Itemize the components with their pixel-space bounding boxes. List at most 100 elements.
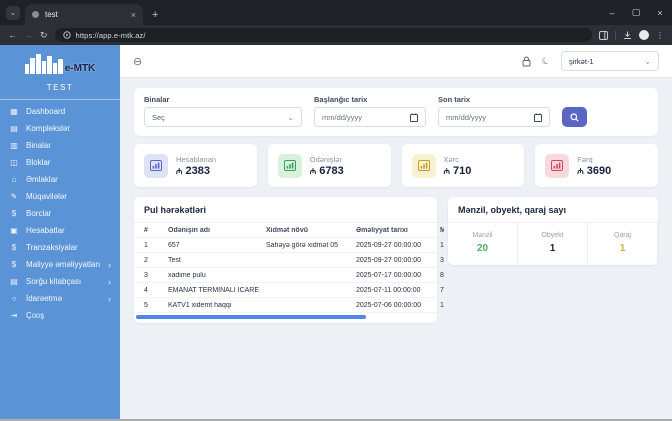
- back-icon[interactable]: ←: [8, 30, 17, 40]
- debt-icon: $: [11, 209, 17, 218]
- table-row[interactable]: 4 EMANAT TERMINALI ICARE 2025-07-11 00:0…: [134, 283, 444, 298]
- table-title: Pul hərəkətləri: [134, 197, 437, 223]
- table-row[interactable]: 2 Test 2025-09-27 00:00:00 3432₼: [134, 253, 444, 268]
- cell-num: 1: [144, 241, 148, 249]
- start-date-label: Başlanğıc tarix: [314, 95, 368, 104]
- col-amount: Məbləğ: [440, 226, 444, 234]
- sidebar-menu: ▦ Dashboard › ▤ Komplekslər › ▥ Binalar …: [0, 103, 120, 324]
- col-payment-name: Ödənişin adı: [168, 226, 211, 234]
- sidebar-item-binalar[interactable]: ▥ Binalar ›: [0, 137, 120, 154]
- stat-value: ₼ 6783: [309, 164, 344, 177]
- chevron-down-icon: ⌄: [287, 112, 294, 122]
- sidebar-item-borclar[interactable]: $ Borclar ›: [0, 205, 120, 222]
- browser-tab-strip: ⌄ test × + – ▢ ×: [0, 0, 672, 25]
- sidebar-item-label: Hesabatlar: [26, 226, 65, 235]
- filter-bar: Binalar Seç ⌄ Başlanğıc tarix mm/dd/yyyy: [134, 88, 658, 136]
- download-icon[interactable]: [623, 31, 632, 40]
- company-select[interactable]: şirkət-1 ⌄: [561, 51, 659, 71]
- table-row[interactable]: 1 657 Sahəyə görə xidmət 05 2025-09-27 0…: [134, 238, 444, 253]
- main-area: ⊖ ☾ şirkət-1 ⌄ Binalar Seç ⌄ Başlanğıc t…: [120, 45, 672, 419]
- team-label[interactable]: TEST: [0, 77, 120, 99]
- tab-search-button[interactable]: ⌄: [6, 6, 20, 20]
- stat-card: Xərc ₼ 710: [401, 144, 525, 187]
- sidebar-collapse-icon[interactable]: ⊖: [133, 55, 142, 68]
- cell-amount: 10₼: [440, 241, 444, 249]
- forward-icon[interactable]: →: [24, 30, 33, 40]
- manat-icon: ₼: [443, 166, 450, 176]
- cell-payment-name: EMANAT TERMINALI ICARE: [168, 286, 260, 294]
- new-tab-button[interactable]: +: [152, 9, 158, 21]
- start-date-input[interactable]: mm/dd/yyyy: [314, 107, 426, 127]
- summary-cell: Qaraj 1: [588, 223, 658, 265]
- minimize-button[interactable]: –: [600, 0, 624, 25]
- lock-icon[interactable]: [522, 56, 531, 67]
- chevron-down-icon: ⌄: [644, 56, 651, 66]
- buildings-select-value: Seç: [152, 112, 165, 122]
- chevron-right-icon: ›: [108, 276, 111, 287]
- tab-close-icon[interactable]: ×: [131, 10, 136, 20]
- cell-operation-date: 2025-07-17 00:00:00: [356, 271, 421, 279]
- table-body: 1 657 Sahəyə görə xidmət 05 2025-09-27 0…: [134, 238, 444, 313]
- cell-num: 2: [144, 256, 148, 264]
- sidebar-item-dashboard[interactable]: ▦ Dashboard ›: [0, 103, 120, 120]
- sidebar-item-label: Komplekslər: [26, 124, 71, 133]
- toolbar-actions: ⋮: [599, 30, 664, 40]
- money-movements-card: Pul hərəkətləri # Ödənişin adı Xidmət nö…: [134, 197, 444, 323]
- end-date-input[interactable]: mm/dd/yyyy: [438, 107, 550, 127]
- sidebar-item-tranzaksiyalar[interactable]: $ Tranzaksiyalar ›: [0, 239, 120, 256]
- col-service-type: Xidmət növü: [266, 226, 309, 234]
- stat-value: ₼ 710: [443, 164, 472, 177]
- sidebar-item-label: Binalar: [26, 141, 51, 150]
- sidebar-item-muqavilalar[interactable]: ✎ Müqavilələr ›: [0, 188, 120, 205]
- url-bar[interactable]: https://app.e-mtk.az/: [54, 28, 592, 42]
- logout-icon: ⇥: [10, 311, 18, 320]
- sidebar-item-label: İdarəetmə: [26, 294, 63, 303]
- sidebar-item-sorgu[interactable]: ▤ Sorğu kitabçası ›: [0, 273, 120, 290]
- summary-grid: Mənzil 20 Obyekt 1 Qaraj 1: [448, 223, 658, 265]
- bar-chart-icon: [277, 153, 302, 178]
- finance-icon: $: [11, 260, 17, 269]
- calendar-icon: [534, 112, 542, 122]
- dark-mode-icon[interactable]: ☾: [540, 54, 551, 67]
- summary-label: Mənzil: [472, 232, 493, 239]
- reload-icon[interactable]: ↻: [40, 30, 48, 41]
- cell-payment-name: KATV1 xidemt haqqi: [168, 301, 232, 309]
- buildings-filter-label: Binalar: [144, 95, 170, 104]
- blocks-icon: ◫: [10, 158, 18, 167]
- cell-payment-name: xadime pulu: [168, 271, 206, 279]
- cell-amount: 80₼: [440, 271, 444, 279]
- close-button[interactable]: ×: [648, 0, 672, 25]
- maximize-button[interactable]: ▢: [624, 0, 648, 25]
- tab-title: test: [45, 10, 58, 19]
- sidebar-item-label: Sorğu kitabçası: [26, 277, 82, 286]
- table-row[interactable]: 3 xadime pulu 2025-07-17 00:00:00 80₼: [134, 268, 444, 283]
- reports-icon: ▣: [10, 226, 18, 235]
- sidebar-item-komplekslar[interactable]: ▤ Komplekslər ›: [0, 120, 120, 137]
- sidebar-item-hesabatlar[interactable]: ▣ Hesabatlar ›: [0, 222, 120, 239]
- browser-tab[interactable]: test ×: [25, 4, 143, 25]
- sidebar-item-maliyya[interactable]: $ Maliyyə əməliyyatları ›: [0, 256, 120, 273]
- sidebar-item-cixis[interactable]: ⇥ Çıxış ›: [0, 307, 120, 324]
- table-header-row: # Ödənişin adı Xidmət növü Əməliyyat tar…: [134, 223, 444, 238]
- dashboard-icon: ▦: [10, 107, 18, 116]
- stat-cards: Hesablanan ₼ 2383 Ödənişlər ₼ 6783 Xərc …: [134, 144, 658, 187]
- browser-menu-icon[interactable]: ⋮: [656, 31, 664, 40]
- buildings-select[interactable]: Seç ⌄: [144, 107, 302, 127]
- cell-service-type: Sahəyə görə xidmət 05: [266, 241, 338, 249]
- profile-avatar[interactable]: [639, 30, 649, 40]
- tab-favicon: [32, 11, 39, 18]
- sidebar: e-MTK TEST ▦ Dashboard › ▤ Komplekslər ›: [0, 45, 120, 419]
- sidebar-item-amlaklar[interactable]: ⌂ Əmlaklar ›: [0, 171, 120, 188]
- stat-label: Ödənişlər: [309, 154, 342, 164]
- col-num: #: [144, 226, 148, 234]
- sidebar-item-idaraetma[interactable]: ○ İdarəetmə ›: [0, 290, 120, 307]
- table-row[interactable]: 5 KATV1 xidemt haqqi 2025-07-06 00:00:00…: [134, 298, 444, 313]
- cell-amount: 15₼: [440, 301, 444, 309]
- cell-num: 4: [144, 286, 148, 294]
- sidebar-item-label: Bloklar: [26, 158, 51, 167]
- units-summary-card: Mənzil, obyekt, qaraj sayı Mənzil 20 Oby…: [448, 197, 658, 265]
- sidebar-item-bloklar[interactable]: ◫ Bloklar ›: [0, 154, 120, 171]
- side-panel-icon[interactable]: [599, 30, 608, 40]
- search-button[interactable]: [562, 107, 587, 127]
- horizontal-scrollbar[interactable]: [136, 315, 367, 319]
